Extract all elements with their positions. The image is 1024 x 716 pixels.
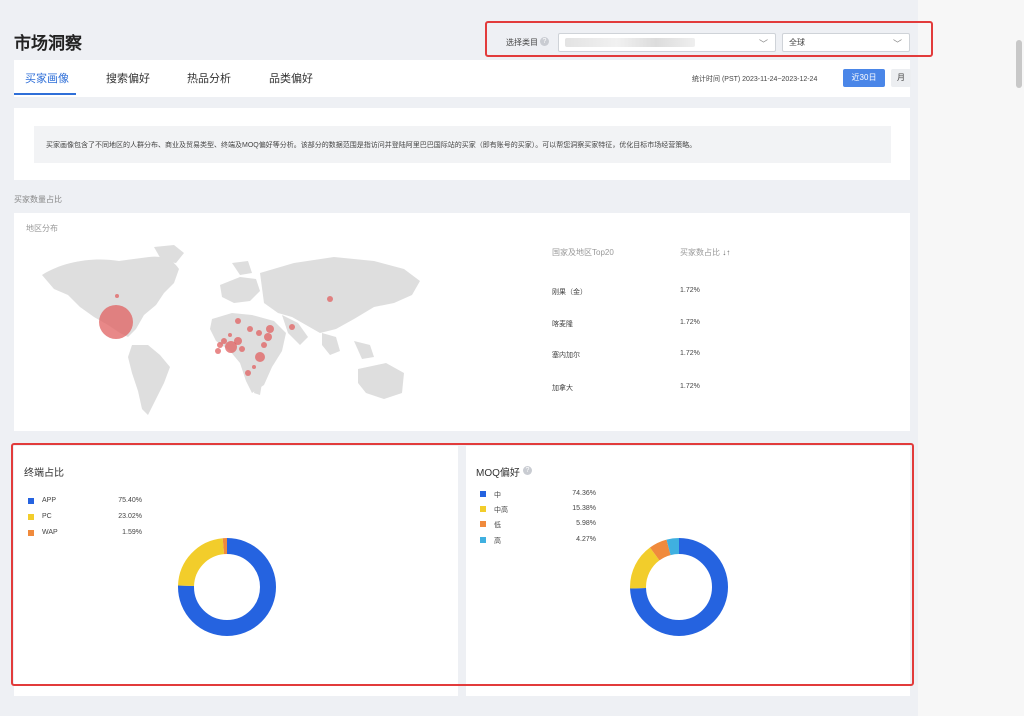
buyer-count-section-label: 买家数量占比 (14, 195, 62, 204)
table-row-share: 1.72% (680, 319, 700, 326)
tab-search-preference[interactable]: 搜索偏好 (106, 70, 150, 86)
sort-arrows-icon[interactable]: ↓↑ (722, 248, 730, 257)
table-header-country: 国家及地区Top20 (552, 248, 614, 257)
page-margin (918, 0, 1024, 716)
tab-bar: 买家画像 搜索偏好 热品分析 品类偏好 统计时间 (PST) 2023-11-2… (14, 60, 911, 97)
redacted-category-text (565, 38, 695, 47)
chevron-down-icon: ﹀ (892, 39, 902, 49)
table-row-share: 1.72% (680, 383, 700, 390)
table-header-share[interactable]: 买家数占比 ↓↑ (680, 247, 730, 258)
region-select[interactable]: 全球 ﹀ (782, 33, 910, 52)
stat-time-range: 统计时间 (PST) 2023-11-24~2023-12-24 (692, 76, 818, 83)
region-select-value: 全球 (789, 38, 805, 47)
highlight-box-charts (11, 443, 914, 686)
category-select[interactable]: ﹀ (558, 33, 776, 52)
table-row-share: 1.72% (680, 287, 700, 294)
active-tab-indicator (14, 93, 76, 95)
category-selector-label: 选择类目 (506, 38, 538, 47)
table-row-country: 喀麦隆 (552, 321, 573, 328)
vertical-scrollbar[interactable] (1016, 40, 1022, 88)
table-header-share-label: 买家数占比 (680, 248, 720, 257)
region-distribution-card: 地区分布 国家及地区Top20 买家数占比 ↓↑ 刚果（金） 1.72% 喀麦隆… (14, 213, 910, 431)
table-row-share: 1.72% (680, 350, 700, 357)
question-circle-icon[interactable]: ? (540, 37, 549, 46)
tab-category-preference[interactable]: 品类偏好 (269, 70, 313, 86)
description-card: 买家画像包含了不同地区的人群分布、商业及贸易类型、终端及MOQ偏好等分析。该部分… (14, 108, 910, 180)
table-row-country: 塞内加尔 (552, 352, 580, 359)
tab-hot-products[interactable]: 热品分析 (187, 70, 231, 86)
page-title: 市场洞察 (14, 34, 82, 53)
continents (42, 245, 420, 415)
table-row-country: 刚果（金） (552, 289, 587, 296)
description-text: 买家画像包含了不同地区的人群分布、商业及贸易类型、终端及MOQ偏好等分析。该部分… (34, 126, 891, 163)
tab-buyer-profile[interactable]: 买家画像 (25, 70, 69, 86)
chevron-down-icon: ﹀ (758, 39, 768, 49)
table-row-country: 加拿大 (552, 385, 573, 392)
world-map (42, 245, 420, 415)
last-30-days-button[interactable]: 近30日 (843, 69, 885, 87)
month-button[interactable]: 月 (891, 69, 911, 87)
